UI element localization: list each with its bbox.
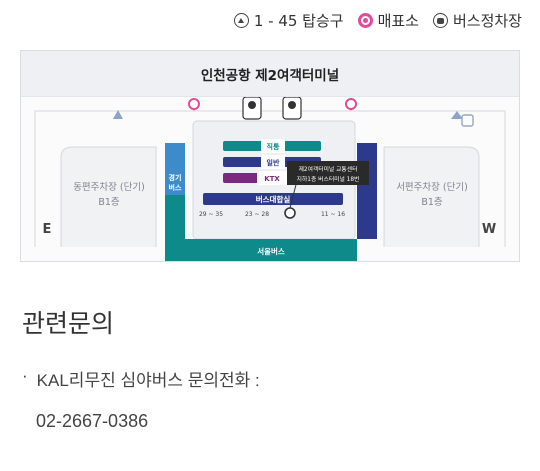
legend-ticket-label: 매표소 (377, 12, 419, 30)
west-parking-floor: B1층 (421, 197, 443, 208)
inquiry-bullet: · (22, 366, 28, 385)
map-area: 동편주차장 (단기) B1층 서편주차장 (단기) B1층 E W 경기 버스 … (21, 96, 519, 267)
west-parking-name: 서편주차장 (단기) (396, 181, 468, 193)
callout-line-1: 제2여객터미널 교통센터 (299, 165, 358, 173)
gyeonggi-bus-label-2: 버스 (169, 183, 182, 192)
east-parking-name: 동편주차장 (단기) (73, 181, 145, 193)
bus-stop-marker (284, 207, 296, 219)
east-parking-floor: B1층 (98, 197, 120, 208)
bus-lounge-label: 버스대합실 (256, 194, 291, 204)
legend-ticket: 매표소 (357, 10, 419, 31)
gate-pin-right (282, 96, 302, 120)
inquiry-label: KAL리무진 심야버스 문의전화 : (36, 371, 260, 390)
west-letter: W (482, 222, 496, 237)
right-road-lane (357, 143, 377, 239)
inquiry-title: 관련문의 (22, 310, 115, 338)
terminal-map: 인천공항 제2여객터미널 동편주차장 (단기) B1층 서편주차장 (단기) B… (20, 50, 520, 267)
boarding-gate-icon (233, 13, 249, 28)
gate-range-3: 11 ~ 16 (321, 211, 345, 218)
east-letter: E (43, 222, 52, 237)
rail-general-label: 일반 (267, 158, 280, 167)
gate-range-2: 23 ~ 28 (245, 211, 269, 218)
map-title: 인천공항 제2여객터미널 (21, 51, 519, 97)
callout-line-2: 지하1층 버스터미널 18번 (297, 175, 360, 183)
rail-direct-label: 직통 (267, 142, 280, 151)
gate-pin-left (242, 96, 262, 120)
inquiry-phone[interactable]: 02-2667-0386 (36, 411, 148, 432)
bus-stop-icon (432, 13, 448, 28)
ticket-office-pin-left (188, 98, 200, 111)
terminal-floor-plan: 동편주차장 (단기) B1층 서편주차장 (단기) B1층 E W 경기 버스 … (34, 96, 506, 267)
ticket-office-pin-right (345, 98, 357, 111)
plane-icon-right (451, 111, 463, 119)
ticket-office-icon (357, 13, 373, 28)
gyeonggi-bus-lane-teal (165, 195, 185, 267)
gyeonggi-bus-label-1: 경기 (169, 173, 182, 182)
legend-gate-label: 1 - 45 탑승구 (253, 12, 344, 30)
legend-bus-label: 버스정차장 (452, 12, 522, 30)
gate-range-1: 29 ~ 35 (199, 211, 223, 218)
rail-ktx-label: KTX (264, 175, 280, 183)
legend-gate: 1 - 45 탑승구 (233, 10, 344, 31)
map-legend: 1 - 45 탑승구 매표소 버스정차장 (233, 10, 522, 31)
legend-bus: 버스정차장 (432, 10, 522, 31)
inquiry-item: · KAL리무진 심야버스 문의전화 : (22, 366, 260, 391)
seoul-bus-label: 서울버스 (257, 246, 285, 256)
bus-icon-right (461, 114, 474, 127)
